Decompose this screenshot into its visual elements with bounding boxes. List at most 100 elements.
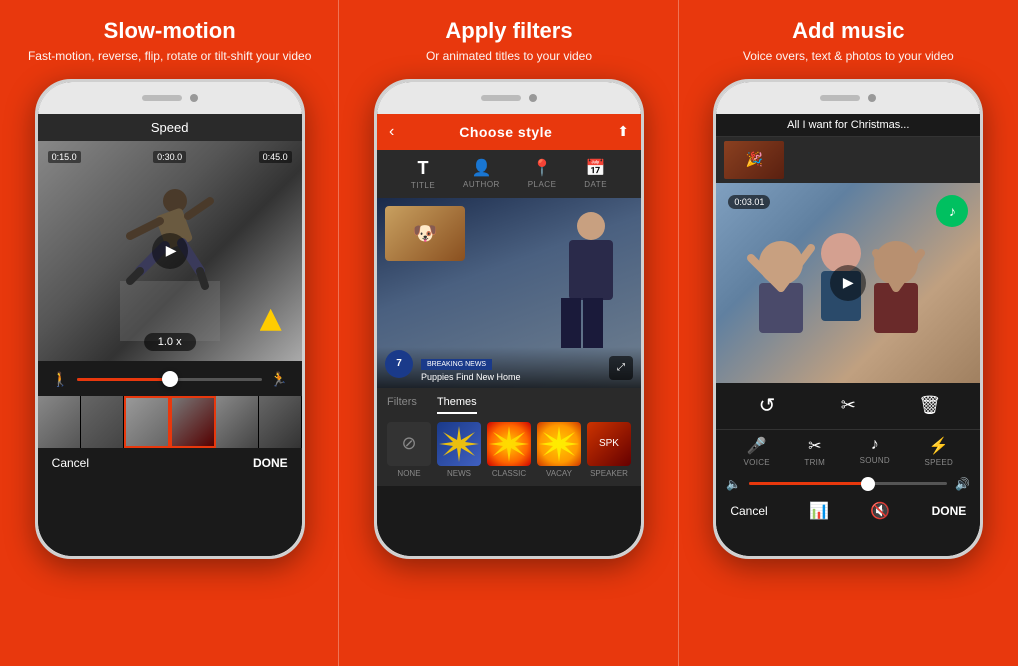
timeline-label-2: 0:30.0 xyxy=(153,151,186,163)
party-emoji: 🎉 xyxy=(746,151,763,168)
filmstrip xyxy=(38,396,302,448)
section-title-1: Slow-motion xyxy=(104,18,236,44)
speed-icon-item[interactable]: ⚡ SPEED xyxy=(924,436,953,467)
voice-icon: 🎤 xyxy=(747,436,767,456)
place-icon-item[interactable]: 📍 PLACE xyxy=(528,158,557,190)
section-subtitle-3: Voice overs, text & photos to your video xyxy=(743,48,954,65)
phone-top-1 xyxy=(38,82,302,114)
caution-sign xyxy=(260,309,282,331)
trim-icon-item[interactable]: ✂ TRIM xyxy=(804,436,825,467)
news-text: Puppies Find New Home xyxy=(421,372,633,382)
speed-slider-fill xyxy=(77,378,170,381)
speed-label: SPEED xyxy=(924,458,953,467)
filter-label-vacay: VACAY xyxy=(546,469,572,478)
phone-top-2 xyxy=(377,82,641,114)
camera-2 xyxy=(529,94,537,102)
sound-icon-item[interactable]: ♪ SOUND xyxy=(860,436,890,467)
play-icon-3: ▶ xyxy=(843,274,854,291)
volume-low-icon: 🔈 xyxy=(726,477,741,491)
filter-none[interactable]: ⊘ NONE xyxy=(387,422,431,478)
filter-thumb-vacay xyxy=(537,422,581,466)
filmstrip-frame-3 xyxy=(124,396,170,448)
phone-content-3: All I want for Christmas... 🎉 xyxy=(716,114,980,556)
sound-icon: ♪ xyxy=(871,436,879,454)
play-button-3[interactable]: ▶ xyxy=(830,265,866,301)
music-bottom-bar: Cancel 📊 🔇 DONE xyxy=(716,495,980,527)
speed-video-area: 0:15.0 0:30.0 0:45.0 ▶ 1.0 x xyxy=(38,141,302,361)
waveform-icon[interactable]: 📊 xyxy=(809,501,829,521)
news-overlay: 7 BREAKING NEWS Puppies Find New Home xyxy=(377,347,641,388)
volume-high-icon: 🔊 xyxy=(955,477,970,491)
puppy-emoji: 🐶 xyxy=(413,221,438,246)
music-thumbnail: 🎉 xyxy=(724,141,784,179)
cancel-button-3[interactable]: Cancel xyxy=(730,504,767,518)
filters-tab[interactable]: Filters xyxy=(387,396,417,414)
filter-speaker[interactable]: SPK SPEAKER xyxy=(587,422,631,478)
play-button-1[interactable]: ▶ xyxy=(152,233,188,269)
date-icon-label: DATE xyxy=(584,180,607,189)
cancel-button-1[interactable]: Cancel xyxy=(52,456,89,470)
filters-tabs: Filters Themes xyxy=(387,396,631,414)
trim-label: TRIM xyxy=(804,458,825,467)
volume-slider-track[interactable] xyxy=(749,482,947,485)
filmstrip-frame-5 xyxy=(216,396,259,448)
run-fast-icon: 🏃 xyxy=(270,371,287,388)
volume-fill xyxy=(749,482,868,485)
apply-filters-section: Apply filters Or animated titles to your… xyxy=(339,0,678,666)
music-video-area: 0:03.01 ♪ ▶ xyxy=(716,183,980,383)
filter-news[interactable]: NEWS xyxy=(437,422,481,478)
music-controls-row: ↺ ✂ 🗑 xyxy=(716,383,980,429)
section-subtitle-1: Fast-motion, reverse, flip, rotate or ti… xyxy=(28,48,311,65)
thumbnail-row: 🎉 xyxy=(716,137,980,183)
camera-1 xyxy=(190,94,198,102)
trim-button[interactable]: ✂ xyxy=(833,391,863,421)
share-icon[interactable]: ⬆ xyxy=(617,123,629,140)
back-icon[interactable]: ‹ xyxy=(389,123,394,141)
date-icon-item[interactable]: 📅 DATE xyxy=(584,158,607,190)
style-icons-row: T TITLE 👤 AUTHOR 📍 PLACE 📅 DATE xyxy=(377,150,641,198)
vacay-burst-icon xyxy=(539,424,579,464)
timeline-label-1: 0:15.0 xyxy=(48,151,81,163)
filters-section: Filters Themes ⊘ NONE xyxy=(377,388,641,486)
speed-badge: 1.0 x xyxy=(144,333,196,351)
puppy-thumbnail: 🐶 xyxy=(385,206,465,261)
speed-bottom-bar: Cancel DONE xyxy=(38,448,302,478)
date-icon: 📅 xyxy=(586,158,606,178)
author-icon-item[interactable]: 👤 AUTHOR xyxy=(463,158,500,190)
speaker-3 xyxy=(820,95,860,101)
walk-slow-icon: 🚶 xyxy=(52,371,69,388)
mute-icon[interactable]: 🔇 xyxy=(870,501,890,521)
speaker-2 xyxy=(481,95,521,101)
done-button-1[interactable]: DONE xyxy=(253,456,288,470)
filter-classic[interactable]: CLASSIC xyxy=(487,422,531,478)
title-icon-item[interactable]: T TITLE xyxy=(411,158,435,190)
delete-button[interactable]: 🗑 xyxy=(915,391,945,421)
speed-icon: ⚡ xyxy=(929,436,949,456)
speed-slider-area: 🚶 🏃 xyxy=(38,361,302,394)
section-title-3: Add music xyxy=(792,18,904,44)
section-title-2: Apply filters xyxy=(445,18,572,44)
music-note-icon: ♪ xyxy=(949,203,956,219)
filter-thumb-speaker: SPK xyxy=(587,422,631,466)
speed-slider-track[interactable] xyxy=(77,378,262,381)
volume-thumb[interactable] xyxy=(861,477,875,491)
speed-slider-thumb[interactable] xyxy=(162,371,178,387)
fullscreen-button[interactable]: ⤢ xyxy=(609,356,633,380)
filters-header: ‹ Choose style ⬆ xyxy=(377,114,641,150)
music-note-badge: ♪ xyxy=(936,195,968,227)
speed-slider-row: 🚶 🏃 xyxy=(52,371,288,388)
slow-motion-section: Slow-motion Fast-motion, reverse, flip, … xyxy=(0,0,339,666)
phone-1: Speed xyxy=(35,79,305,559)
classic-burst-icon xyxy=(489,424,529,464)
section-subtitle-2: Or animated titles to your video xyxy=(426,48,592,65)
trim-icon: ✂ xyxy=(808,436,821,456)
title-icon-label: TITLE xyxy=(411,181,435,190)
themes-tab[interactable]: Themes xyxy=(437,396,477,414)
done-button-3[interactable]: DONE xyxy=(932,504,967,518)
undo-button[interactable]: ↺ xyxy=(752,391,782,421)
filmstrip-frame-4 xyxy=(170,396,216,448)
filter-vacay[interactable]: VACAY xyxy=(537,422,581,478)
play-icon-1: ▶ xyxy=(166,242,177,259)
voice-icon-item[interactable]: 🎤 VOICE xyxy=(744,436,770,467)
timeline-overlay: 0:15.0 0:30.0 0:45.0 xyxy=(38,151,302,163)
